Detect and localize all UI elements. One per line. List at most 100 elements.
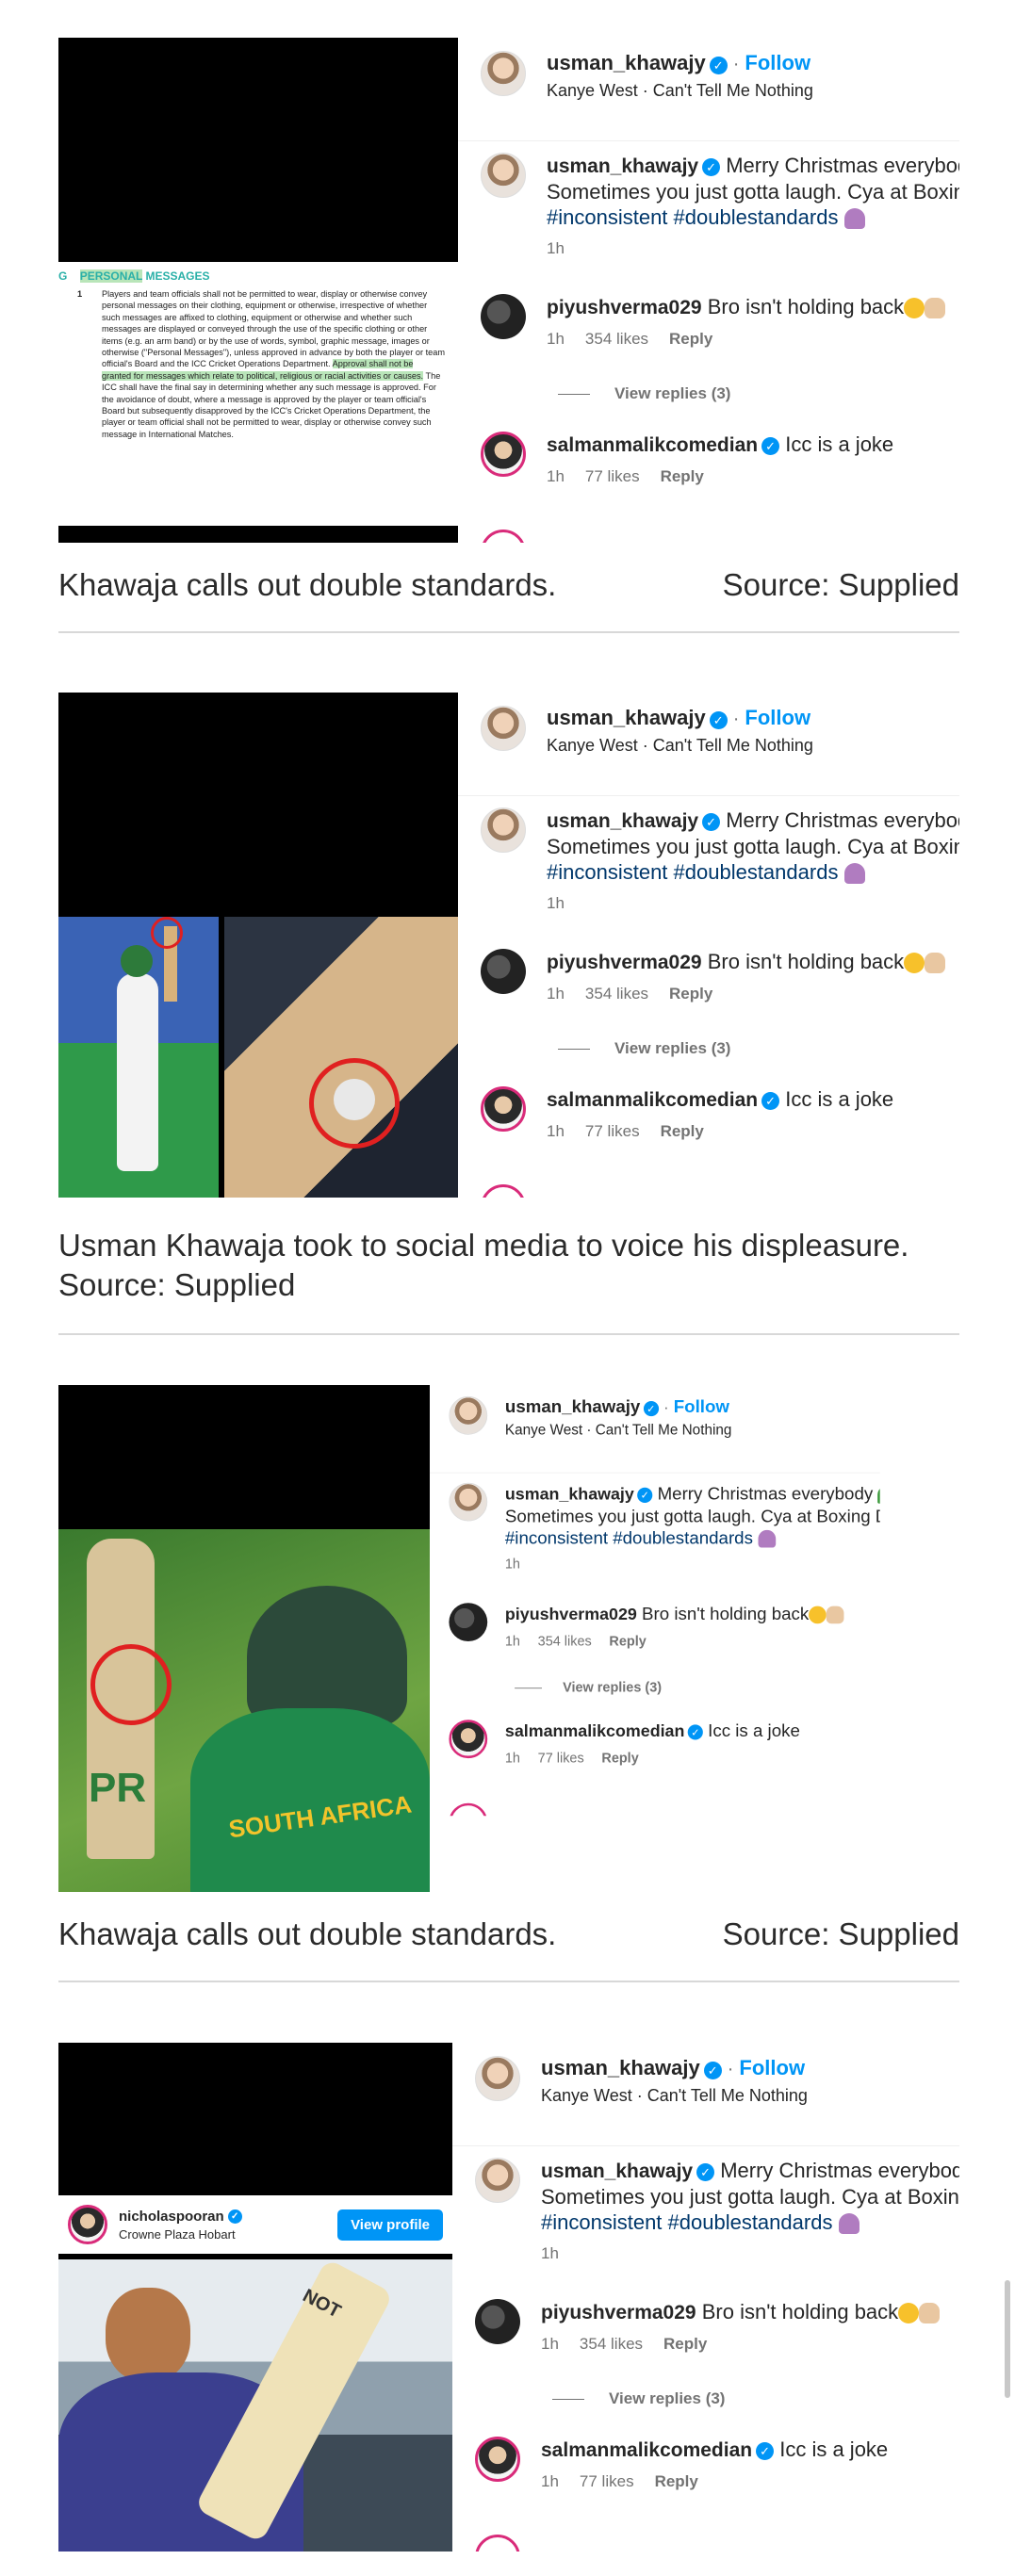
reply-button[interactable]: Reply xyxy=(601,1751,638,1766)
post-username[interactable]: usman_khawajy xyxy=(547,706,706,729)
comment-item: piyushverma029 Bro isn't holding back 1h… xyxy=(458,949,959,1006)
embedded-post-header: nicholaspooran ✓ Crowne Plaza Hobart View… xyxy=(58,2195,452,2254)
hashtags[interactable]: #inconsistent #doublestandards xyxy=(547,205,838,229)
bat-sticker-image xyxy=(58,693,458,1198)
avatar[interactable] xyxy=(481,294,526,339)
post-caption: usman_khawajy ✓ Merry Christmas everybody… xyxy=(452,2158,959,2266)
divider xyxy=(58,631,959,633)
reply-button[interactable]: Reply xyxy=(661,1122,704,1140)
avatar[interactable] xyxy=(481,706,526,751)
follow-button[interactable]: Follow xyxy=(745,706,810,729)
avatar[interactable] xyxy=(481,51,526,96)
embedded-location[interactable]: Crowne Plaza Hobart xyxy=(119,2227,337,2242)
verified-icon: ✓ xyxy=(643,1401,659,1417)
avatar[interactable] xyxy=(475,2056,520,2101)
audio-label[interactable]: Kanye West · Can't Tell Me Nothing xyxy=(505,1422,731,1439)
comment-item: salmanmalikcomedian ✓ Icc is a joke 1h 77 … xyxy=(458,432,959,489)
avatar[interactable] xyxy=(449,1720,488,1759)
regulation-number: 1 xyxy=(77,289,83,299)
instagram-panel: usman_khawajy ✓ · Follow Kanye West · Can't… xyxy=(430,1385,880,1817)
regulation-heading: G PERSONAL MESSAGES xyxy=(58,269,210,283)
highlight-circle xyxy=(151,917,183,949)
cricket-player-photo: NOT xyxy=(58,2258,452,2552)
hashtags[interactable]: #inconsistent #doublestandards xyxy=(505,1527,753,1547)
comment-item: piyushverma029 Bro isn't holding back 1h… xyxy=(458,294,959,351)
bat-text: PR xyxy=(89,1765,147,1811)
post-username[interactable]: usman_khawajy xyxy=(547,51,706,74)
reply-button[interactable]: Reply xyxy=(663,2335,707,2353)
verified-icon: ✓ xyxy=(756,2441,775,2460)
follow-button[interactable]: Follow xyxy=(745,51,810,74)
audio-label[interactable]: Kanye West · Can't Tell Me Nothing xyxy=(541,2086,808,2106)
avatar[interactable] xyxy=(449,1482,488,1522)
person-emoji-icon xyxy=(758,1530,776,1548)
follow-button[interactable]: Follow xyxy=(739,2056,805,2079)
follow-button[interactable]: Follow xyxy=(674,1396,729,1416)
reply-button[interactable]: Reply xyxy=(669,985,712,1003)
laughing-emoji-icon xyxy=(809,1606,827,1624)
reply-button[interactable]: Reply xyxy=(609,1634,646,1649)
audio-label[interactable]: Kanye West · Can't Tell Me Nothing xyxy=(547,81,813,101)
view-replies-button[interactable]: View replies (3) xyxy=(558,384,730,403)
avatar[interactable] xyxy=(475,2299,520,2344)
divider xyxy=(58,1333,959,1335)
embedded-username[interactable]: nicholaspooran xyxy=(119,2209,224,2225)
reply-button[interactable]: Reply xyxy=(655,2472,698,2490)
hashtags[interactable]: #inconsistent #doublestandards xyxy=(541,2210,832,2234)
reply-button[interactable]: Reply xyxy=(669,330,712,348)
post-caption: usman_khawajy ✓ Merry Christmas everybody… xyxy=(430,1482,880,1575)
comment-item: salmanmalikcomedian ✓ Icc is a joke 1h 77 … xyxy=(452,2437,959,2494)
post-username[interactable]: usman_khawajy xyxy=(505,1396,640,1416)
post-caption: usman_khawajy ✓ Merry Christmas everybody… xyxy=(458,153,959,261)
hashtags[interactable]: #inconsistent #doublestandards xyxy=(547,860,838,884)
post-username[interactable]: usman_khawajy xyxy=(541,2056,700,2079)
article-figure-4: nicholaspooran ✓ Crowne Plaza Hobart View… xyxy=(58,2043,959,2552)
laughing-emoji-icon xyxy=(898,2303,920,2324)
pooran-bat-image: nicholaspooran ✓ Crowne Plaza Hobart View… xyxy=(58,2043,452,2552)
view-replies-button[interactable]: View replies (3) xyxy=(558,1039,730,1058)
verified-icon: ✓ xyxy=(702,812,721,831)
avatar[interactable] xyxy=(481,432,526,477)
bat-closeup-photo xyxy=(224,917,458,1198)
person-emoji-icon xyxy=(843,208,865,230)
praying-hands-emoji-icon xyxy=(925,298,946,319)
bat-logo-image: SOUTH AFRICA PR xyxy=(58,1385,430,1892)
avatar[interactable] xyxy=(481,153,526,198)
comment-item: piyushverma029 Bro isn't holding back 1h… xyxy=(452,2299,959,2356)
person-emoji-icon xyxy=(843,863,865,885)
figure-caption: Usman Khawaja took to social media to vo… xyxy=(58,1228,909,1302)
verified-icon: ✓ xyxy=(227,2209,242,2225)
avatar[interactable] xyxy=(481,807,526,853)
avatar[interactable] xyxy=(449,1603,488,1641)
verified-icon: ✓ xyxy=(637,1487,653,1503)
audio-label[interactable]: Kanye West · Can't Tell Me Nothing xyxy=(547,736,813,756)
comment-item: salmanmalikcomedian ✓ Icc is a joke 1h 77 … xyxy=(430,1720,880,1769)
avatar[interactable] xyxy=(481,949,526,994)
avatar[interactable] xyxy=(475,2158,520,2203)
cricket-player-photo: SOUTH AFRICA PR xyxy=(58,1529,430,1892)
avatar[interactable] xyxy=(449,1395,488,1435)
dove-sticker-icon xyxy=(334,1079,375,1120)
post-caption: usman_khawajy ✓ Merry Christmas everybody… xyxy=(458,807,959,916)
laughing-emoji-icon xyxy=(904,953,925,974)
instagram-panel: usman_khawajy ✓ · Follow Kanye West · Can't… xyxy=(458,693,959,1198)
verified-icon: ✓ xyxy=(696,2162,715,2181)
view-replies-button[interactable]: View replies (3) xyxy=(515,1680,662,1696)
avatar[interactable] xyxy=(68,2205,107,2244)
view-replies-button[interactable]: View replies (3) xyxy=(552,2389,725,2408)
verified-icon: ✓ xyxy=(709,711,728,730)
avatar[interactable] xyxy=(475,2437,520,2482)
laughing-emoji-icon xyxy=(904,298,925,319)
verified-icon: ✓ xyxy=(761,1091,780,1110)
avatar xyxy=(481,530,526,543)
instagram-panel: usman_khawajy ✓ · Follow Kanye West · Can't… xyxy=(458,38,959,543)
highlight-circle xyxy=(90,1644,172,1725)
scrollbar[interactable] xyxy=(1005,2280,1010,2398)
reply-button[interactable]: Reply xyxy=(661,467,704,485)
avatar[interactable] xyxy=(481,1086,526,1132)
verified-icon: ✓ xyxy=(702,157,721,176)
view-profile-button[interactable]: View profile xyxy=(337,2209,443,2241)
praying-hands-emoji-icon xyxy=(925,953,946,974)
comment-item: salmanmalikcomedian ✓ Icc is a joke 1h 77 … xyxy=(458,1086,959,1144)
verified-icon: ✓ xyxy=(703,2062,722,2080)
